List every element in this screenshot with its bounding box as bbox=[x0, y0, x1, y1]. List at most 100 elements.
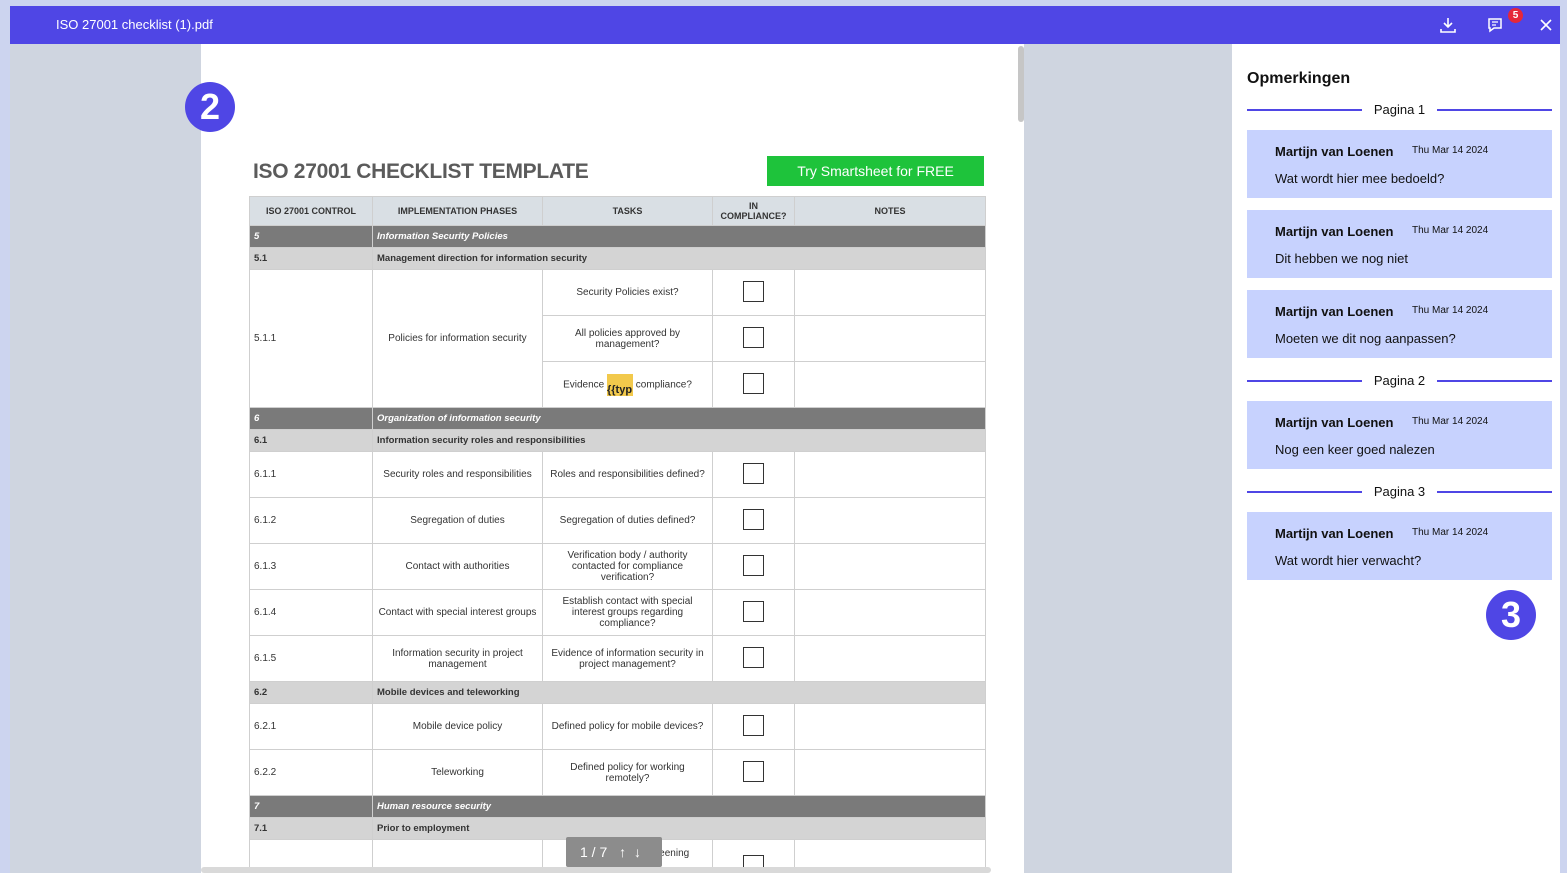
document-title: ISO 27001 CHECKLIST TEMPLATE bbox=[253, 160, 589, 183]
page-group-label: Pagina 2 bbox=[1373, 373, 1426, 388]
compliance-cell bbox=[712, 269, 795, 316]
comment-date: Thu Mar 14 2024 bbox=[1412, 225, 1489, 236]
compliance-checkbox[interactable] bbox=[743, 372, 764, 394]
compliance-checkbox[interactable] bbox=[743, 714, 764, 736]
comment-card[interactable]: Martijn van Loenen Thu Mar 14 2024 Wat w… bbox=[1247, 512, 1552, 580]
next-page-icon[interactable]: ↓ bbox=[634, 844, 641, 860]
notes-cell bbox=[794, 589, 986, 636]
broken-image-icon: {{typ bbox=[606, 373, 633, 396]
comment-author: Martijn van Loenen bbox=[1275, 415, 1394, 430]
try-smartsheet-button[interactable]: Try Smartsheet for FREE bbox=[767, 156, 984, 186]
subsection-number: 6.1 bbox=[249, 429, 373, 452]
control-number: 6.1.3 bbox=[249, 543, 373, 590]
comment-text: Wat wordt hier verwacht? bbox=[1275, 553, 1422, 568]
page-navigator[interactable]: 1 / 7 ↑ ↓ bbox=[566, 837, 662, 867]
compliance-cell bbox=[712, 749, 795, 796]
table-row: 5.1.1 Policies for information security … bbox=[249, 269, 986, 408]
phase-cell: Policies for information security bbox=[372, 269, 543, 408]
page-group-divider: Pagina 2 bbox=[1247, 373, 1552, 388]
section-number: 6 bbox=[249, 407, 373, 430]
comment-card[interactable]: Martijn van Loenen Thu Mar 14 2024 Nog e… bbox=[1247, 401, 1552, 469]
compliance-checkbox[interactable] bbox=[743, 508, 764, 530]
comment-text: Nog een keer goed nalezen bbox=[1275, 442, 1435, 457]
task-cell: All policies approved by management? bbox=[542, 315, 713, 362]
task-cell: Establish contact with special interest … bbox=[542, 589, 713, 636]
compliance-checkbox[interactable] bbox=[743, 462, 764, 484]
task-cell: Verification body / authority contacted … bbox=[542, 543, 713, 590]
control-number: 5.1.1 bbox=[249, 269, 373, 408]
table-row: 6.1.4 Contact with special interest grou… bbox=[249, 589, 986, 636]
phase-cell: Segregation of duties bbox=[372, 497, 543, 544]
subsection-label: Information security roles and responsib… bbox=[372, 429, 986, 452]
task-cell: Roles and responsibilities defined? bbox=[542, 451, 713, 498]
phase-cell: Mobile device policy bbox=[372, 703, 543, 750]
section-label: Organization of information security bbox=[372, 407, 986, 430]
table-row: 6.2.1 Mobile device policy Defined polic… bbox=[249, 703, 986, 750]
document-viewport[interactable]: ISO 27001 CHECKLIST TEMPLATE Try Smartsh… bbox=[10, 44, 1232, 873]
template-placeholder: {{typ bbox=[606, 383, 633, 396]
comment-author: Martijn van Loenen bbox=[1275, 304, 1394, 319]
subsection-row: 6.1 Information security roles and respo… bbox=[249, 429, 986, 452]
vertical-scrollbar[interactable] bbox=[1018, 46, 1024, 122]
compliance-checkbox[interactable] bbox=[743, 646, 764, 668]
previous-page-icon[interactable]: ↑ bbox=[619, 844, 626, 860]
comment-card[interactable]: Martijn van Loenen Thu Mar 14 2024 Dit h… bbox=[1247, 210, 1552, 278]
section-number: 7 bbox=[249, 795, 373, 818]
comment-author: Martijn van Loenen bbox=[1275, 224, 1394, 239]
compliance-checkbox[interactable] bbox=[743, 600, 764, 622]
page-group-label: Pagina 1 bbox=[1373, 102, 1426, 117]
comments-panel: Opmerkingen Pagina 1 Martijn van Loenen … bbox=[1232, 44, 1560, 873]
control-number: 6.2.1 bbox=[249, 703, 373, 750]
compliance-checkbox[interactable] bbox=[743, 554, 764, 576]
section-row: 6 Organization of information security bbox=[249, 407, 986, 430]
comment-date: Thu Mar 14 2024 bbox=[1412, 527, 1489, 538]
task-cell: Defined policy for mobile devices? bbox=[542, 703, 713, 750]
notes-cell bbox=[794, 749, 986, 796]
file-name: ISO 27001 checklist (1).pdf bbox=[56, 17, 213, 32]
task-cell: Evidence {{typ compliance? bbox=[542, 361, 713, 408]
comment-author: Martijn van Loenen bbox=[1275, 144, 1394, 159]
horizontal-scrollbar[interactable] bbox=[201, 867, 991, 873]
control-number: 6.2.2 bbox=[249, 749, 373, 796]
phase-cell: Contact with special interest groups bbox=[372, 589, 543, 636]
compliance-cell bbox=[712, 543, 795, 590]
notes-cell bbox=[794, 703, 986, 750]
pdf-page: ISO 27001 CHECKLIST TEMPLATE Try Smartsh… bbox=[201, 44, 1024, 873]
title-bar: ISO 27001 checklist (1).pdf 5 bbox=[10, 6, 1560, 44]
control-number: 6.1.5 bbox=[249, 635, 373, 682]
download-icon[interactable] bbox=[1436, 13, 1460, 37]
phase-cell: Teleworking bbox=[372, 749, 543, 796]
task-cell: Defined policy for working remotely? bbox=[542, 749, 713, 796]
section-row: 7 Human resource security bbox=[249, 795, 986, 818]
notes-cell bbox=[794, 635, 986, 682]
checklist-table: ISO 27001 CONTROL IMPLEMENTATION PHASES … bbox=[249, 196, 986, 873]
header-compliance: IN COMPLIANCE? bbox=[712, 196, 795, 226]
subsection-row: 6.2 Mobile devices and teleworking bbox=[249, 681, 986, 704]
close-icon[interactable] bbox=[1534, 13, 1558, 37]
control-number: 6.1.1 bbox=[249, 451, 373, 498]
subsection-label: Prior to employment bbox=[372, 817, 986, 840]
compliance-cell bbox=[712, 703, 795, 750]
phase-cell: Security roles and responsibilities bbox=[372, 451, 543, 498]
comments-icon[interactable] bbox=[1484, 13, 1508, 37]
comment-card[interactable]: Martijn van Loenen Thu Mar 14 2024 Wat w… bbox=[1247, 130, 1552, 198]
task-cell: Evidence of information security in proj… bbox=[542, 635, 713, 682]
compliance-checkbox[interactable] bbox=[743, 326, 764, 348]
subsection-label: Mobile devices and teleworking bbox=[372, 681, 986, 704]
compliance-cell bbox=[712, 497, 795, 544]
comment-date: Thu Mar 14 2024 bbox=[1412, 145, 1489, 156]
notes-cell bbox=[794, 315, 986, 362]
subsection-number: 6.2 bbox=[249, 681, 373, 704]
page-group-label: Pagina 3 bbox=[1373, 484, 1426, 499]
table-row: 6.1.3 Contact with authorities Verificat… bbox=[249, 543, 986, 590]
comment-date: Thu Mar 14 2024 bbox=[1412, 305, 1489, 316]
compliance-checkbox[interactable] bbox=[743, 760, 764, 782]
page-indicator: 1 / 7 bbox=[580, 844, 608, 860]
comment-date: Thu Mar 14 2024 bbox=[1412, 416, 1489, 427]
control-number: 6.1.2 bbox=[249, 497, 373, 544]
comment-text: Moeten we dit nog aanpassen? bbox=[1275, 331, 1456, 346]
comment-card[interactable]: Martijn van Loenen Thu Mar 14 2024 Moete… bbox=[1247, 290, 1552, 358]
compliance-cell bbox=[712, 315, 795, 362]
step-marker: 2 bbox=[185, 82, 235, 132]
compliance-checkbox[interactable] bbox=[743, 280, 764, 302]
